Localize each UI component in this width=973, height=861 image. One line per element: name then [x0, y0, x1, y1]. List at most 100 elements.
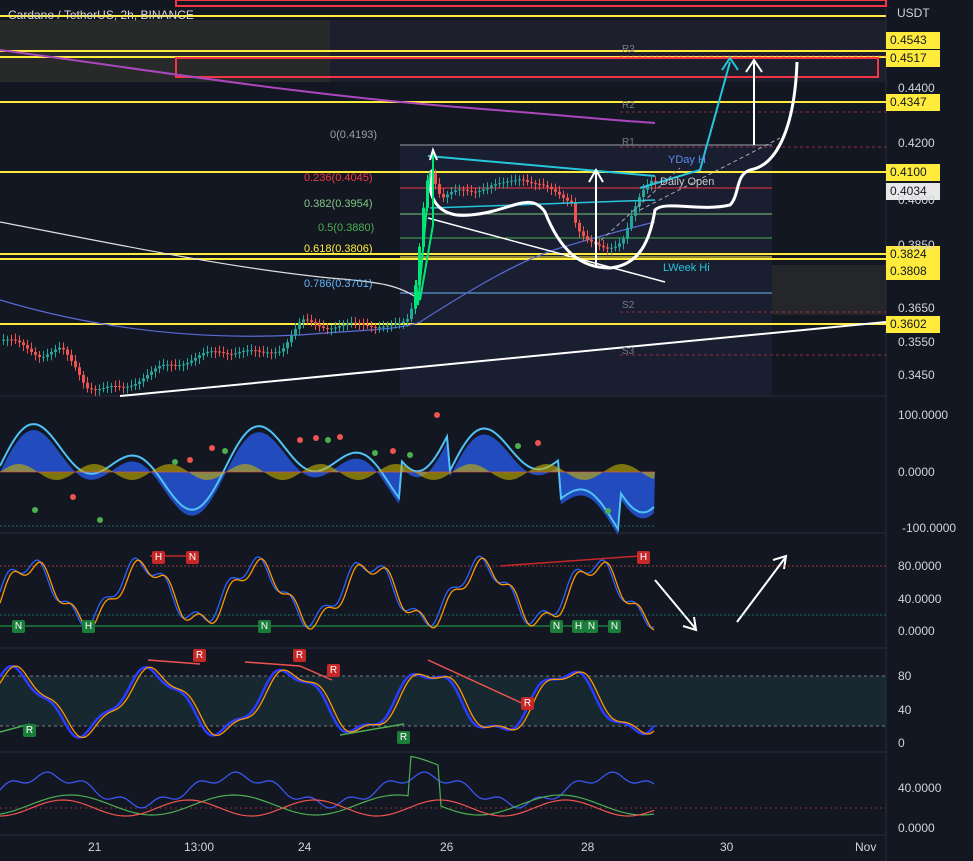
x-axis-label: 28: [581, 840, 595, 854]
candle-body: [630, 215, 633, 228]
osc2-signal-h: H: [572, 620, 585, 633]
candle-body: [146, 374, 149, 379]
candle-body: [634, 206, 637, 216]
shaded-session: [400, 145, 772, 395]
candle-body: [314, 321, 317, 324]
candle-body: [150, 371, 153, 375]
candle-body: [206, 351, 209, 354]
osc2-signal-n: N: [258, 620, 271, 633]
chart-canvas[interactable]: [0, 0, 973, 861]
candle-body: [530, 181, 533, 184]
x-axis-label: 13:00: [184, 840, 215, 854]
candle-body: [486, 187, 489, 190]
candle-body: [366, 324, 369, 326]
osc2-signal-n: N: [186, 551, 199, 564]
candle-body: [350, 322, 353, 324]
candle-body: [14, 339, 17, 341]
chart-workspace[interactable]: Cardano / TetherUS, 2h, BINANCE USDT 0.4…: [0, 0, 973, 861]
candle-body: [310, 320, 313, 322]
candle-body: [134, 383, 137, 386]
candle-body: [642, 189, 645, 197]
candle-body: [370, 325, 373, 327]
candle-body: [402, 321, 405, 324]
osc2-signal-n: N: [12, 620, 25, 633]
candle-body: [554, 189, 557, 192]
candle-body: [606, 247, 609, 249]
candle-body: [158, 366, 161, 369]
candle-body: [562, 194, 565, 198]
candle-body: [494, 184, 497, 186]
price-scale-label: 0.3550: [898, 335, 935, 349]
fib-label-05: 0.5(0.3880): [318, 222, 375, 234]
candle-body: [394, 323, 397, 325]
candle-body: [586, 236, 589, 240]
candle-body: [502, 182, 505, 184]
candle-body: [506, 181, 509, 183]
osc2-signal-n: N: [585, 620, 598, 633]
candle-body: [230, 353, 233, 355]
osc4-scale-label: 40.0000: [898, 781, 942, 795]
candle-body: [110, 386, 113, 388]
candle-body: [42, 356, 45, 358]
price-tag-03602: 0.3602: [886, 316, 940, 333]
oscillator-pane-4[interactable]: [0, 755, 886, 817]
osc2-scale-label: 80.0000: [898, 559, 942, 573]
candle-body: [26, 345, 29, 349]
signal-dot: [297, 437, 303, 443]
osc2-scale-label: 40.0000: [898, 592, 942, 606]
fib-label-0: 0(0.4193): [330, 129, 378, 141]
candle-body: [546, 185, 549, 187]
candle-body: [66, 349, 69, 355]
candle-body: [190, 360, 193, 363]
pivot-r1-label: R1: [622, 137, 635, 148]
candle-body: [442, 194, 445, 198]
candle-body: [170, 364, 173, 366]
candle-body: [390, 324, 393, 326]
candle-body: [382, 326, 385, 328]
candle-body: [478, 190, 481, 192]
candle-body: [266, 352, 269, 354]
candle-body: [398, 323, 401, 325]
signal-dot: [337, 434, 343, 440]
candle-body: [154, 368, 157, 372]
chart-title: Cardano / TetherUS, 2h, BINANCE: [8, 8, 194, 22]
candle-body: [306, 319, 309, 321]
osc2-scale-label: 0.0000: [898, 624, 935, 638]
candle-body: [30, 348, 33, 353]
osc2-signal-n: N: [608, 620, 621, 633]
candle-body: [498, 183, 501, 185]
candle-body: [614, 246, 617, 248]
candle-body: [182, 364, 185, 366]
candle-body: [362, 323, 365, 325]
price-tag-04347: 0.4347: [886, 94, 940, 111]
candle-body: [2, 339, 5, 341]
candle-body: [466, 189, 469, 191]
candle-body: [626, 227, 629, 239]
candle-body: [138, 381, 141, 384]
candle-body: [210, 351, 213, 353]
price-tag-03808: 0.3808: [886, 263, 940, 280]
candle-body: [410, 308, 413, 320]
osc2-signal-h: H: [637, 551, 650, 564]
candle-body: [202, 353, 205, 356]
candle-body: [518, 179, 521, 181]
candle-body: [250, 350, 253, 352]
candle-body: [46, 354, 49, 357]
candle-body: [538, 183, 541, 185]
candle-body: [522, 179, 525, 181]
oscillator-pane-3[interactable]: [0, 659, 886, 739]
oscillator-pane-1[interactable]: [0, 410, 655, 535]
candle-body: [226, 352, 229, 354]
osc3-divergence-r: R: [327, 664, 340, 677]
fib-label-0786: 0.786(0.3701): [304, 278, 373, 290]
price-tag-04517: 0.4517: [886, 50, 940, 67]
x-axis-label: 24: [298, 840, 312, 854]
candle-body: [378, 327, 381, 329]
candle-body: [510, 180, 513, 182]
oscillator-pane-2[interactable]: [0, 555, 886, 631]
candle-body: [278, 351, 281, 353]
candle-body: [62, 347, 65, 350]
candle-body: [450, 192, 453, 195]
osc3-divergence-r: R: [293, 649, 306, 662]
candle-body: [270, 352, 273, 354]
